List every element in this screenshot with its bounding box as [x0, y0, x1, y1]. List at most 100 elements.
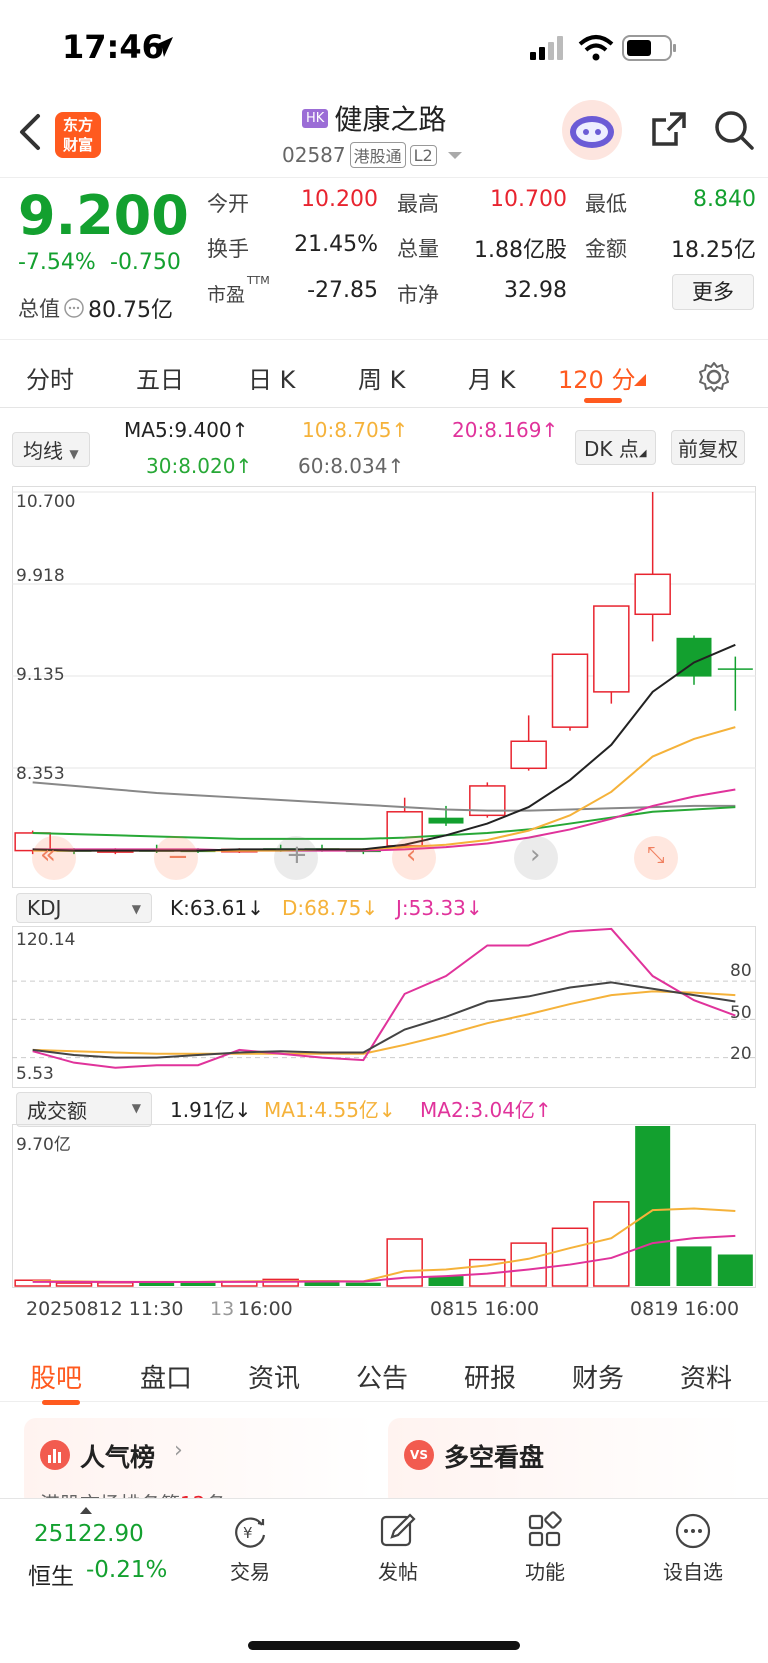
long-short-card[interactable]: VS 多空看盘	[388, 1418, 744, 1508]
indicator-select[interactable]: 均线 ▼	[12, 432, 90, 467]
candle-body	[428, 817, 464, 824]
index-change: -0.21%	[86, 1557, 168, 1583]
tab-daily[interactable]: 日 K	[248, 360, 295, 395]
info-dots-icon[interactable]	[62, 296, 86, 320]
adjust-button[interactable]: 前复权	[671, 430, 745, 465]
turnover-label: 换手	[207, 237, 249, 261]
signal-icon	[530, 36, 563, 60]
tab-profile[interactable]: 资料	[680, 1358, 732, 1395]
turnover-value: 21.45%	[294, 232, 378, 257]
grid-icon	[528, 1511, 562, 1547]
volume-ma2-label: MA2:3.04亿↑	[420, 1098, 552, 1122]
quote-panel: 9.200 -7.54% -0.750 总值 80.75亿 今开 10.200 …	[0, 182, 768, 340]
post-button[interactable]: 发帖	[353, 1511, 443, 1585]
status-bar: 17:46	[0, 0, 768, 100]
trade-button[interactable]: ¥ 交易	[205, 1511, 295, 1585]
stock-header: 东方 财富 HK 健康之路 02587 港股通 L2	[0, 90, 768, 178]
ma60-label: 60:8.034↑	[298, 454, 405, 478]
amount-label: 金额	[585, 237, 627, 261]
scroll-left-button[interactable]: ‹	[392, 836, 436, 880]
fullscreen-button[interactable]: ⤡	[634, 836, 678, 880]
tab-announcement[interactable]: 公告	[356, 1358, 408, 1395]
open-value: 10.200	[301, 187, 378, 212]
volume-chart	[12, 1124, 756, 1288]
app-logo: 东方 财富	[55, 112, 101, 158]
kdj-frame	[12, 926, 756, 1088]
tab-pankou[interactable]: 盘口	[140, 1358, 192, 1395]
more-button[interactable]: 更多	[672, 274, 754, 310]
kdj-select-label: KDJ	[27, 896, 62, 920]
chart-frame	[12, 486, 756, 888]
kdj-ymax: 120.14	[16, 930, 76, 950]
kdj-d-label: D:68.75↓	[282, 896, 379, 920]
ytick-2: 9.135	[16, 665, 65, 685]
dk-button[interactable]: DK 点◢	[575, 430, 656, 465]
candlestick-chart[interactable]	[12, 486, 756, 888]
add-watchlist-label: 设自选	[663, 1560, 723, 1584]
chevron-right-icon: ›	[530, 840, 541, 870]
volume-select-label: 成交额	[27, 1099, 87, 1123]
tag-level: L2	[409, 144, 437, 166]
search-icon[interactable]	[712, 108, 756, 152]
settings-icon[interactable]	[697, 360, 731, 394]
ma10-line	[32, 726, 736, 852]
kdj-ymin: 5.53	[16, 1064, 54, 1084]
kdj-select-arrow-icon: ▼	[131, 902, 141, 916]
tab-intraday[interactable]: 分时	[26, 360, 74, 395]
assistant-avatar[interactable]	[562, 100, 622, 160]
edit-icon	[380, 1513, 416, 1547]
tab-guba[interactable]: 股吧	[30, 1358, 82, 1395]
scroll-left-fast-button[interactable]: «	[32, 836, 76, 880]
ma5-label: MA5:9.400↑	[124, 418, 249, 442]
dropdown-icon	[447, 152, 462, 159]
yen-refresh-icon: ¥	[235, 1517, 266, 1548]
tab-research[interactable]: 研报	[464, 1358, 516, 1395]
content-tab-indicator	[42, 1400, 80, 1405]
market-cap: 总值 80.75亿	[18, 292, 173, 324]
select-arrow-icon: ▼	[69, 447, 79, 461]
plus-icon: +	[286, 840, 308, 870]
logo-text-1: 东方	[62, 116, 93, 134]
share-icon[interactable]	[648, 108, 690, 150]
back-icon[interactable]	[16, 112, 44, 152]
tab-finance[interactable]: 财务	[572, 1358, 624, 1395]
tab-five-day[interactable]: 五日	[136, 360, 184, 395]
pe-value: -27.85	[307, 278, 378, 303]
tab-120min[interactable]: 120 分	[558, 360, 635, 395]
add-watchlist-button[interactable]: 设自选	[648, 1511, 738, 1585]
location-arrow-icon	[153, 37, 173, 57]
double-left-icon: «	[40, 840, 56, 870]
bottom-bar: 25122.90 恒生 -0.21% ¥ 交易 发帖 功能 设自选	[0, 1498, 768, 1663]
volume-value: 1.88亿股	[474, 238, 567, 263]
xlabel-13: 13	[210, 1298, 235, 1320]
volume-ma2-line	[32, 1234, 736, 1284]
minus-icon: −	[167, 842, 189, 872]
tab-weekly[interactable]: 周 K	[358, 360, 405, 395]
candle-body	[717, 668, 753, 670]
mkt-cap-value: 80.75亿	[88, 298, 173, 323]
zoom-in-button[interactable]: +	[274, 836, 318, 880]
index-value[interactable]: 25122.90	[34, 1521, 144, 1547]
ytick-3: 8.353	[16, 764, 65, 784]
volume-select[interactable]: 成交额 ▼	[16, 1092, 152, 1127]
ma60-line	[32, 781, 736, 812]
trade-label: 交易	[230, 1560, 270, 1584]
pe-label: 市盈	[207, 284, 246, 306]
volume-ymax: 9.70亿	[16, 1135, 71, 1155]
zoom-out-button[interactable]: −	[154, 836, 198, 880]
home-indicator	[248, 1641, 520, 1650]
tab-news[interactable]: 资讯	[248, 1358, 300, 1395]
popularity-card[interactable]: 人气榜 › 港股市场排名第12名	[24, 1418, 376, 1516]
ytick-0: 10.700	[16, 492, 76, 512]
scroll-right-button[interactable]: ›	[514, 836, 558, 880]
kdj-select[interactable]: KDJ ▼	[16, 893, 152, 923]
tab-monthly[interactable]: 月 K	[468, 360, 515, 395]
volume-bar	[593, 1201, 630, 1287]
stock-subtitle[interactable]: 02587 港股通 L2	[282, 142, 465, 168]
kdj-ref-80: 80	[730, 961, 752, 981]
pb-label: 市净	[397, 283, 439, 307]
dk-button-label: DK 点	[584, 437, 639, 461]
stock-title: HK 健康之路	[302, 98, 446, 138]
pb-value: 32.98	[504, 278, 567, 303]
function-button[interactable]: 功能	[500, 1511, 590, 1585]
